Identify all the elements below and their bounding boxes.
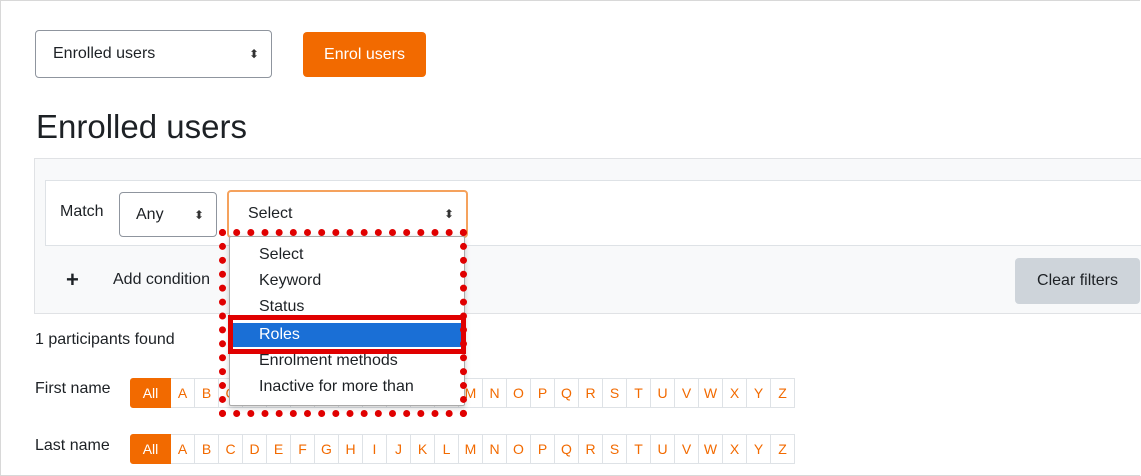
initial-letter-t[interactable]: T — [627, 378, 651, 408]
initial-all[interactable]: All — [130, 378, 171, 408]
initial-letter-u[interactable]: U — [651, 378, 675, 408]
initial-letter-c[interactable]: C — [219, 434, 243, 464]
initial-letter-b[interactable]: B — [195, 434, 219, 464]
initial-letter-v[interactable]: V — [675, 378, 699, 408]
initial-letter-p[interactable]: P — [531, 434, 555, 464]
initial-letter-n[interactable]: N — [483, 434, 507, 464]
clear-filters-button[interactable]: Clear filters — [1015, 258, 1140, 304]
view-select[interactable]: Enrolled users ⬍ — [35, 30, 272, 78]
initial-letter-p[interactable]: P — [531, 378, 555, 408]
page-title: Enrolled users — [36, 108, 247, 145]
initial-letter-x[interactable]: X — [723, 434, 747, 464]
initial-letter-e[interactable]: E — [267, 434, 291, 464]
initial-letter-w[interactable]: W — [699, 434, 723, 464]
initial-letter-j[interactable]: J — [387, 434, 411, 464]
match-label: Match — [60, 203, 104, 220]
select-arrows-icon: ⬍ — [443, 207, 454, 221]
initial-letter-y[interactable]: Y — [747, 434, 771, 464]
initial-letter-l[interactable]: L — [435, 434, 459, 464]
initial-all[interactable]: All — [130, 434, 171, 464]
initial-letter-h[interactable]: H — [339, 434, 363, 464]
initial-letter-t[interactable]: T — [627, 434, 651, 464]
condition-dropdown-list: Select Keyword Status Roles Enrolment method… — [229, 236, 465, 406]
dropdown-option-select[interactable]: Select — [230, 243, 464, 267]
dropdown-option-keyword[interactable]: Keyword — [230, 269, 464, 293]
initial-letter-x[interactable]: X — [723, 378, 747, 408]
initial-letter-a[interactable]: A — [171, 378, 195, 408]
initial-letter-z[interactable]: Z — [771, 434, 795, 464]
initial-letter-v[interactable]: V — [675, 434, 699, 464]
plus-icon[interactable]: + — [66, 269, 79, 291]
initial-letter-i[interactable]: I — [363, 434, 387, 464]
initial-letter-s[interactable]: S — [603, 378, 627, 408]
initial-letter-d[interactable]: D — [243, 434, 267, 464]
initial-letter-b[interactable]: B — [195, 378, 219, 408]
initial-letter-g[interactable]: G — [315, 434, 339, 464]
condition-select-value: Select — [248, 205, 293, 222]
select-arrows-icon: ⬍ — [193, 207, 204, 222]
participants-count: 1 participants found — [35, 331, 175, 348]
initial-letter-k[interactable]: K — [411, 434, 435, 464]
initial-letter-y[interactable]: Y — [747, 378, 771, 408]
initial-letter-o[interactable]: O — [507, 434, 531, 464]
view-select-value: Enrolled users — [53, 45, 156, 62]
enrol-users-button[interactable]: Enrol users — [303, 32, 426, 77]
dropdown-option-roles[interactable]: Roles — [230, 323, 464, 347]
initial-letter-u[interactable]: U — [651, 434, 675, 464]
dropdown-option-status[interactable]: Status — [230, 295, 464, 319]
initial-letter-m[interactable]: M — [459, 434, 483, 464]
dropdown-option-enrolment-methods[interactable]: Enrolment methods — [230, 349, 464, 373]
initial-letter-o[interactable]: O — [507, 378, 531, 408]
select-arrows-icon: ⬍ — [248, 47, 259, 61]
initial-letter-a[interactable]: A — [171, 434, 195, 464]
initial-letter-r[interactable]: R — [579, 378, 603, 408]
initial-letter-q[interactable]: Q — [555, 434, 579, 464]
add-condition-link[interactable]: Add condition — [113, 271, 210, 289]
initial-letter-w[interactable]: W — [699, 378, 723, 408]
initial-letter-n[interactable]: N — [483, 378, 507, 408]
match-select-value: Any — [136, 205, 164, 223]
initial-letter-q[interactable]: Q — [555, 378, 579, 408]
dropdown-option-inactive-for-more-than[interactable]: Inactive for more than — [230, 375, 464, 399]
initial-letter-r[interactable]: R — [579, 434, 603, 464]
match-select[interactable]: Any ⬍ — [119, 192, 217, 237]
initial-letter-s[interactable]: S — [603, 434, 627, 464]
initial-letter-f[interactable]: F — [291, 434, 315, 464]
first-name-label: First name — [35, 380, 111, 397]
last-name-label: Last name — [35, 437, 110, 454]
last-name-initials: All ABCDEFGHIJKLMNOPQRSTUVWXYZ — [130, 434, 795, 464]
initial-letter-z[interactable]: Z — [771, 378, 795, 408]
condition-type-select[interactable]: Select ⬍ — [227, 190, 468, 238]
